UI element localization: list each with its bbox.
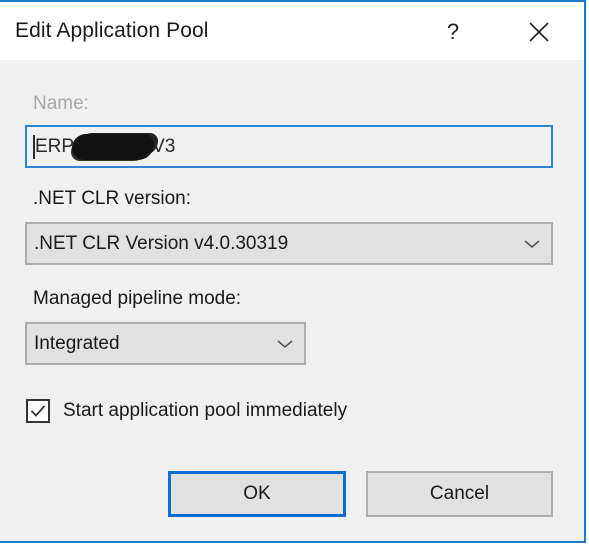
name-input[interactable]: ERP V3 [25, 125, 553, 168]
clr-version-label: .NET CLR version: [33, 188, 192, 209]
help-icon: ? [446, 19, 460, 44]
clr-version-selected: .NET CLR Version v4.0.30319 [34, 232, 289, 254]
name-label: Name: [33, 93, 89, 114]
close-icon [529, 22, 549, 42]
start-immediately-checkbox[interactable] [26, 399, 50, 423]
start-immediately-label[interactable]: Start application pool immediately [63, 400, 347, 422]
pipeline-mode-selected: Integrated [34, 332, 120, 354]
edit-application-pool-dialog: Edit Application Pool ? Name: ERP V3 .NE… [0, 0, 586, 543]
pipeline-mode-label: Managed pipeline mode: [33, 288, 242, 309]
dialog-title: Edit Application Pool [15, 19, 209, 42]
checkmark-icon [30, 405, 46, 417]
title-bar: Edit Application Pool ? [0, 2, 584, 60]
redaction-mark [72, 133, 155, 160]
pipeline-mode-dropdown[interactable]: Integrated [25, 322, 306, 365]
chevron-down-icon [277, 339, 293, 348]
name-value-prefix: ERP [35, 135, 75, 157]
close-button[interactable] [514, 10, 564, 54]
help-button[interactable]: ? [430, 10, 476, 54]
clr-version-dropdown[interactable]: .NET CLR Version v4.0.30319 [25, 222, 553, 265]
cancel-button[interactable]: Cancel [366, 471, 553, 517]
name-value-suffix: V3 [152, 135, 176, 157]
chevron-down-icon [524, 239, 540, 248]
ok-button[interactable]: OK [168, 471, 346, 517]
